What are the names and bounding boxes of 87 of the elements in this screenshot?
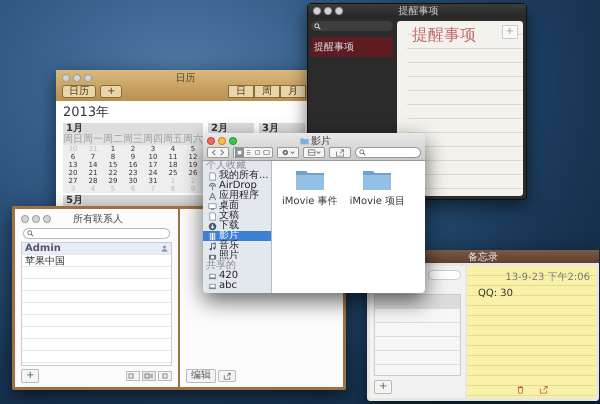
trash-icon[interactable]: [516, 385, 524, 394]
card-view-icon[interactable]: [126, 371, 140, 381]
back-forward-button[interactable]: [207, 147, 229, 158]
arrange-button[interactable]: [303, 147, 325, 158]
search-icon: [314, 22, 321, 30]
app-icon: [208, 192, 217, 200]
weekday-label: 周六: [183, 134, 203, 145]
arrange-icon: [305, 148, 323, 157]
search-icon: [359, 149, 366, 156]
single-view-icon[interactable]: [158, 371, 172, 381]
contact-row[interactable]: 苹果中国: [22, 255, 171, 267]
minimize-button[interactable]: [324, 7, 332, 15]
weekday-label: 周四: [143, 134, 163, 145]
month-title: 3月: [259, 123, 305, 134]
sidebar-item[interactable]: 文稿: [203, 211, 271, 221]
add-button[interactable]: +: [21, 369, 40, 383]
month-title: 2月: [208, 123, 254, 134]
share-button[interactable]: [218, 370, 236, 382]
window-title: 日历: [174, 72, 196, 85]
window-title: 备忘录: [468, 250, 498, 264]
sidebar-item[interactable]: 420: [203, 271, 271, 281]
monitor-icon: [208, 202, 217, 210]
folder-icon: [300, 136, 309, 144]
view-button[interactable]: 月: [280, 85, 306, 98]
search-field[interactable]: [355, 147, 421, 158]
list-heading: 提醒事项: [412, 25, 477, 46]
search-icon: [27, 230, 34, 237]
document-icon: [208, 212, 217, 220]
sidebar-item[interactable]: 影片: [203, 231, 271, 241]
year-heading: 2013年: [63, 104, 110, 121]
note-text: QQ: 30: [478, 288, 514, 301]
sidebar-item[interactable]: 下载: [203, 221, 271, 231]
search-field[interactable]: [23, 228, 170, 239]
toolbar-button[interactable]: 日历: [62, 85, 96, 98]
weekday-label: 周二: [103, 134, 123, 145]
weekday-label: 周一: [83, 134, 103, 145]
music-note-icon: [208, 242, 217, 250]
add-button[interactable]: +: [374, 380, 392, 394]
weekday-label: 周五: [163, 134, 183, 145]
laptop-icon: [208, 272, 217, 280]
sidebar-item[interactable]: AirDrop: [203, 181, 271, 191]
share-icon: [223, 372, 231, 380]
sidebar-heading: 共享的: [205, 261, 236, 271]
view-mode-icon: [235, 148, 271, 157]
sidebar-item[interactable]: 桌面: [203, 201, 271, 211]
signal-icon: [208, 182, 217, 190]
folder-item[interactable]: iMovie 项目: [350, 169, 406, 208]
month-title: 5月: [63, 195, 203, 206]
laptop-icon: [208, 282, 217, 290]
weekday-label: 周日: [63, 134, 83, 145]
view-mode-button[interactable]: [233, 147, 273, 158]
folder-item[interactable]: iMovie 事件: [282, 169, 338, 208]
arrows-icon: [209, 148, 227, 157]
person-icon: [161, 245, 168, 252]
view-button[interactable]: 日: [228, 85, 254, 98]
zoom-button[interactable]: [335, 7, 343, 15]
sidebar-item[interactable]: 应用程序: [203, 191, 271, 201]
month-title: 1月: [63, 123, 203, 134]
window-title: 提醒事项: [398, 4, 440, 18]
folder-icon: [294, 169, 325, 191]
search-field[interactable]: [311, 21, 393, 31]
film-icon: [208, 232, 217, 240]
edit-button[interactable]: 编辑: [186, 369, 216, 383]
weekday-label: 周三: [123, 134, 143, 145]
download-icon: [208, 222, 217, 230]
contact-row[interactable]: Admin: [22, 243, 171, 255]
note-list-row[interactable]: [375, 295, 460, 308]
reminder-list-item[interactable]: 提醒事项: [311, 37, 393, 57]
sidebar-item[interactable]: 我的所有...: [203, 171, 271, 181]
note-date: 13-9-23 下午2:06: [504, 271, 590, 284]
window-title: 影片: [311, 134, 331, 148]
sidebar-heading: 个人收藏: [205, 161, 246, 171]
action-button[interactable]: [277, 147, 299, 158]
search-field[interactable]: [428, 270, 461, 280]
share-icon[interactable]: [538, 385, 548, 394]
sidebar-item[interactable]: 音乐: [203, 241, 271, 251]
document-icon: [208, 172, 217, 180]
view-button[interactable]: 周: [254, 85, 280, 98]
close-button[interactable]: [313, 7, 321, 15]
window-title: 所有联系人: [72, 212, 124, 226]
sidebar-item[interactable]: 照片: [203, 251, 271, 261]
toolbar-button[interactable]: +: [100, 85, 122, 98]
sidebar-item[interactable]: abc: [203, 281, 271, 291]
share-button[interactable]: [329, 147, 351, 158]
list-view-icon[interactable]: [142, 371, 156, 381]
camera-icon: [208, 252, 217, 260]
folder-icon: [362, 169, 392, 191]
